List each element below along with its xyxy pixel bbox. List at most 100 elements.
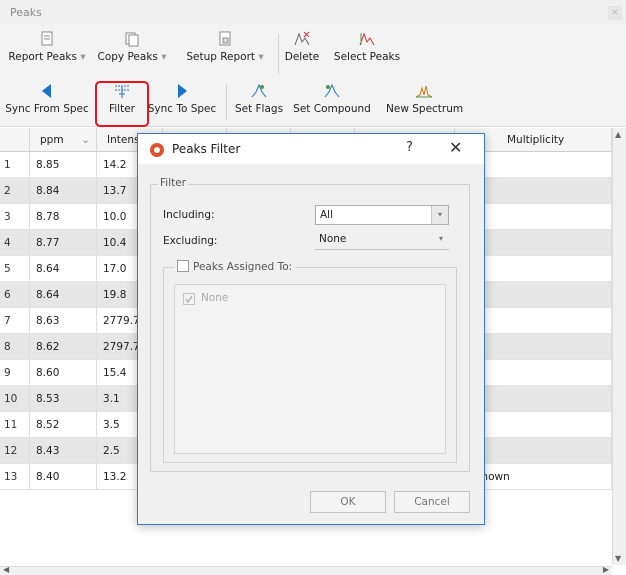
none-checkbox [183,293,195,305]
select-peaks-label: Select Peaks [333,51,401,63]
new-spectrum-label: New Spectrum [386,103,464,115]
dialog-titlebar: Peaks Filter ? ✕ [138,134,484,164]
copy-peaks-label: Copy Peaks [97,51,158,63]
row-number: 9 [0,360,30,386]
sync-to-spec-label: Sync To Spec [147,103,217,115]
table-cell-ppm: 8.63 [30,308,97,334]
report-icon [41,31,53,46]
including-label: Including: [163,209,215,221]
table-cell-ppm: 8.40 [30,464,97,490]
table-cell-ppm: 8.53 [30,386,97,412]
select-peaks-button[interactable]: Select Peaks [332,30,402,63]
delete-button[interactable]: Delete [284,30,320,63]
close-icon[interactable]: ✕ [449,138,462,157]
table-cell-ppm: 8.64 [30,256,97,282]
none-label: None [201,292,229,304]
compound-peak-icon [324,83,340,98]
cancel-button[interactable]: Cancel [394,491,470,513]
chevron-down-icon: ▾ [431,206,448,224]
window-close-icon[interactable]: ✕ [608,6,622,20]
report-peaks-label: Report Peaks [8,51,77,63]
excluding-label: Excluding: [163,235,218,247]
including-value: All [320,209,334,221]
table-cell-ppm: 8.52 [30,412,97,438]
sync-to-spec-button[interactable]: Sync To Spec [147,82,217,115]
table-cell-ppm: 8.77 [30,230,97,256]
set-compound-label: Set Compound [293,103,371,115]
horizontal-scrollbar[interactable]: ◀ ▶ [0,565,612,575]
table-cell-ppm: 8.78 [30,204,97,230]
report-peaks-button[interactable]: Report Peaks ▾ [6,30,88,63]
table-cell-ppm: 8.85 [30,152,97,178]
app-logo-icon [150,143,164,157]
setup-icon [219,31,231,46]
row-number: 4 [0,230,30,256]
row-number: 7 [0,308,30,334]
arrow-left-icon [42,84,51,98]
select-peaks-icon [359,32,375,46]
peaks-filter-dialog: Peaks Filter ? ✕ Filter Including: All ▾… [137,133,485,525]
spectrum-icon [415,85,433,98]
table-corner-header [0,128,30,152]
peaks-assigned-label: Peaks Assigned To: [193,261,293,273]
delete-peaks-icon [294,31,310,46]
toolbar-separator [226,84,227,120]
dialog-body: Filter Including: All ▾ Excluding: None … [138,164,484,524]
table-cell-ppm: 8.43 [30,438,97,464]
vertical-scrollbar[interactable]: ▲ ▼ [612,128,626,565]
set-flags-label: Set Flags [234,103,284,115]
peaks-assigned-legend: Peaks Assigned To: [174,260,296,273]
assigned-list: None [174,284,446,454]
sort-chevron-icon: ⌄ [81,134,90,146]
table-cell-ppm: 8.62 [30,334,97,360]
ok-button[interactable]: OK [310,491,386,513]
column-header-ppm[interactable]: ppm ⌄ [30,128,97,152]
peaks-assigned-group: Peaks Assigned To: None [163,260,457,463]
new-spectrum-button[interactable]: New Spectrum [386,82,464,115]
window-title: Peaks [10,6,42,19]
copy-icon [125,32,139,47]
table-cell-ppm: 8.60 [30,360,97,386]
toolbar-primary: Report Peaks ▾ Copy Peaks ▾ Setup Report… [0,24,626,78]
sync-from-spec-button[interactable]: Sync From Spec [4,82,90,115]
arrow-right-icon [178,84,187,98]
window-titlebar: Peaks ✕ [0,0,626,24]
copy-peaks-button[interactable]: Copy Peaks ▾ [96,30,168,63]
scroll-right-icon[interactable]: ▶ [603,565,609,574]
chevron-down-icon: ▾ [438,234,443,243]
excluding-select[interactable]: None ▾ [315,230,449,250]
row-number: 11 [0,412,30,438]
toolbar-separator [278,34,279,74]
row-number: 5 [0,256,30,282]
row-number: 6 [0,282,30,308]
table-cell-ppm: 8.64 [30,282,97,308]
row-number: 12 [0,438,30,464]
dialog-title: Peaks Filter [172,142,241,156]
row-number: 2 [0,178,30,204]
checkmark-icon [185,295,193,304]
set-compound-button[interactable]: Set Compound [290,82,374,115]
help-icon[interactable]: ? [406,140,413,155]
including-select[interactable]: All ▾ [315,205,449,225]
setup-report-label: Setup Report [186,51,256,63]
row-number: 8 [0,334,30,360]
flag-peak-icon [251,83,267,98]
scroll-up-icon[interactable]: ▲ [615,130,621,139]
row-number: 1 [0,152,30,178]
scroll-down-icon[interactable]: ▼ [615,554,621,563]
row-number: 10 [0,386,30,412]
scroll-left-icon[interactable]: ◀ [3,565,9,574]
excluding-value: None [319,233,347,245]
table-cell-ppm: 8.84 [30,178,97,204]
set-flags-button[interactable]: Set Flags [232,82,286,115]
peaks-assigned-checkbox[interactable] [177,260,189,272]
filter-group: Filter Including: All ▾ Excluding: None … [150,177,470,472]
row-number: 13 [0,464,30,490]
filter-highlight-box [95,81,149,127]
row-number: 3 [0,204,30,230]
setup-report-button[interactable]: Setup Report ▾ [184,30,266,63]
sync-from-spec-label: Sync From Spec [5,103,89,115]
toolbar-secondary: Sync From Spec Filter Sync To Spec Set F… [0,78,626,127]
filter-group-label: Filter [158,177,189,189]
delete-label: Delete [284,51,320,63]
